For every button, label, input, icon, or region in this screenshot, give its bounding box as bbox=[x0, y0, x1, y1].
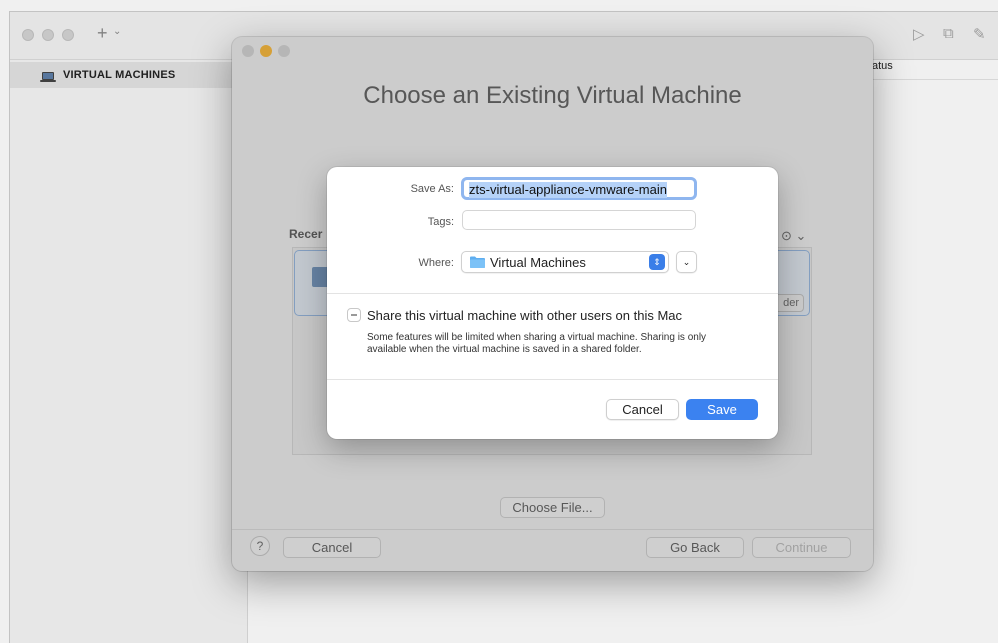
share-checkbox[interactable] bbox=[347, 308, 361, 322]
share-label[interactable]: Share this virtual machine with other us… bbox=[367, 308, 682, 323]
tags-field[interactable] bbox=[462, 210, 696, 230]
share-description: Some features will be limited when shari… bbox=[367, 332, 707, 355]
where-label: Where: bbox=[418, 257, 454, 269]
expand-chevron-icon[interactable]: ⌄ bbox=[676, 251, 697, 273]
where-value: Virtual Machines bbox=[490, 255, 586, 270]
tags-label: Tags: bbox=[427, 216, 454, 228]
divider bbox=[327, 379, 778, 380]
save-dialog: Save As: zts-virtual-appliance-vmware-ma… bbox=[327, 167, 778, 439]
save-as-value: zts-virtual-appliance-vmware-main bbox=[469, 182, 667, 198]
where-select[interactable]: Virtual Machines ⇕ bbox=[461, 251, 669, 273]
up-down-chevron-icon[interactable]: ⇕ bbox=[649, 254, 665, 270]
folder-icon bbox=[470, 256, 485, 268]
save-as-label: Save As: bbox=[410, 183, 454, 195]
save-button[interactable]: Save bbox=[686, 399, 758, 420]
divider bbox=[327, 293, 778, 294]
save-as-field[interactable]: zts-virtual-appliance-vmware-main bbox=[461, 177, 697, 200]
cancel-button[interactable]: Cancel bbox=[606, 399, 679, 420]
